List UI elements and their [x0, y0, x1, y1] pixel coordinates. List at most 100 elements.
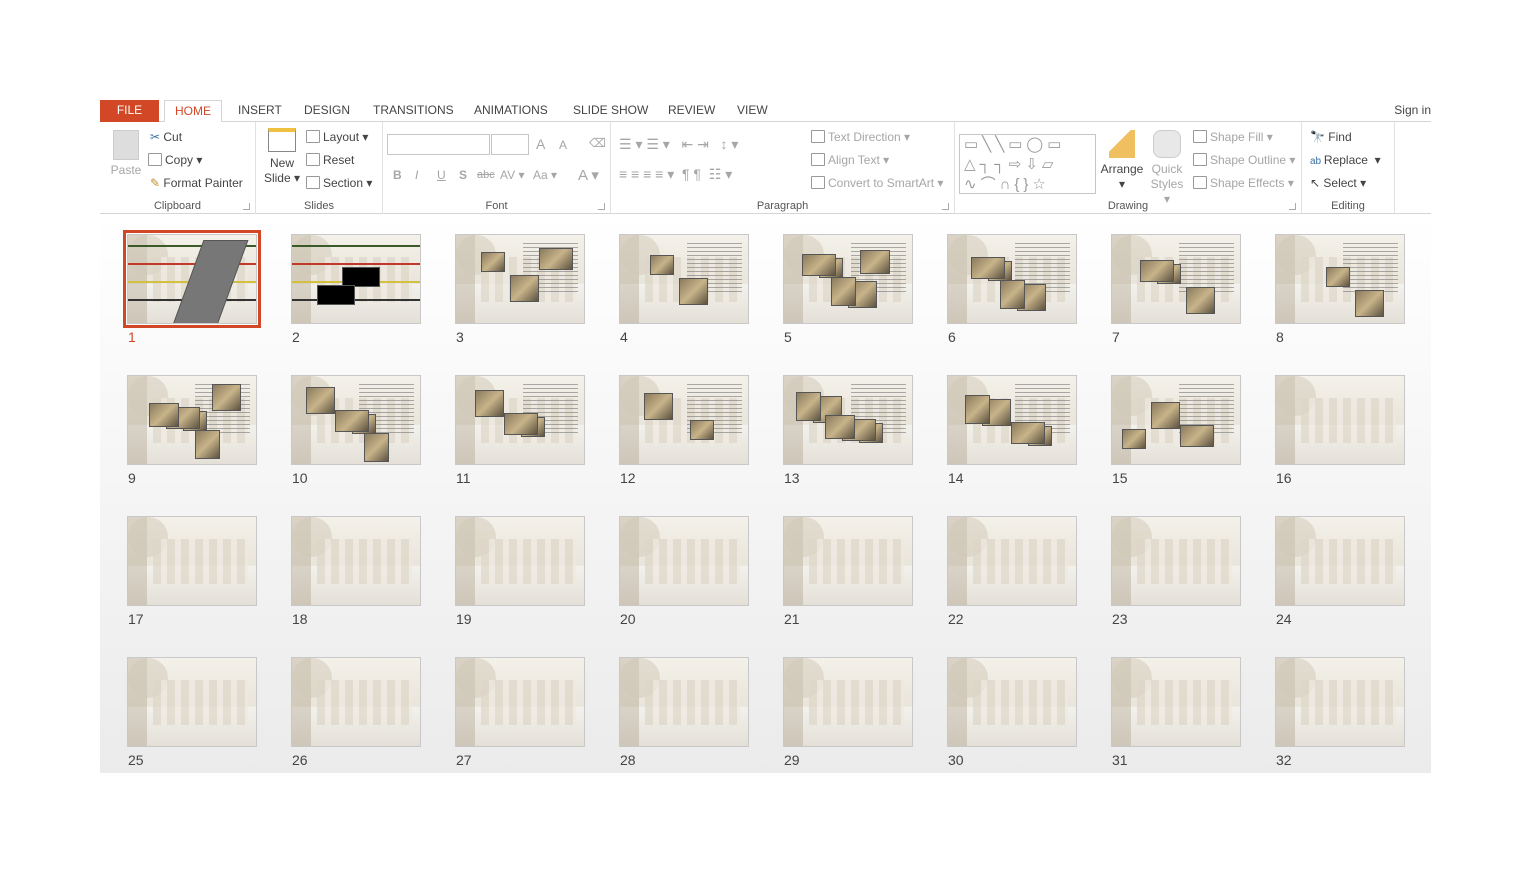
format-painter-button[interactable]: ✎ Format Painter — [150, 176, 243, 190]
text-direction-button[interactable]: Text Direction ▾ — [811, 130, 910, 144]
slide-thumbnail[interactable] — [783, 657, 913, 747]
photo — [149, 403, 179, 427]
slide-thumbnail[interactable] — [619, 657, 749, 747]
slide-thumbnail[interactable] — [1275, 516, 1405, 606]
slide-thumbnail[interactable] — [455, 234, 585, 324]
slide-thumbnail[interactable] — [1111, 375, 1241, 465]
arrange-icon — [1109, 130, 1135, 158]
tab-insert[interactable]: INSERT — [228, 100, 292, 122]
paste-button[interactable]: Paste — [108, 130, 144, 178]
shape-fill-button[interactable]: Shape Fill ▾ — [1193, 130, 1273, 144]
shape-effects-button[interactable]: Shape Effects ▾ — [1193, 176, 1294, 190]
replace-button[interactable]: ab Replace ▾ — [1310, 153, 1381, 167]
convert-smartart-button[interactable]: Convert to SmartArt ▾ — [811, 176, 943, 190]
photo — [1326, 267, 1350, 287]
slide-thumbnail[interactable] — [127, 375, 257, 465]
slide-thumbnail[interactable] — [123, 230, 261, 328]
slide-thumbnail[interactable] — [783, 234, 913, 324]
arrange-button[interactable]: Arrange ▾ — [1100, 130, 1144, 192]
slide-thumbnail[interactable] — [291, 657, 421, 747]
clear-formatting-icon[interactable]: ⌫ — [589, 136, 606, 150]
change-case-button[interactable]: Aa ▾ — [533, 168, 557, 182]
slide-number: 26 — [292, 752, 308, 768]
slide-number: 8 — [1276, 329, 1284, 345]
layout-button[interactable]: Layout ▾ — [306, 130, 368, 144]
clipboard-launcher[interactable] — [243, 203, 250, 210]
tab-review[interactable]: REVIEW — [658, 100, 725, 122]
photo — [510, 275, 539, 302]
slide-thumbnail[interactable] — [783, 516, 913, 606]
slide-thumbnail[interactable] — [291, 375, 421, 465]
slide-thumbnail[interactable] — [455, 657, 585, 747]
copy-button[interactable]: Copy ▾ — [148, 153, 202, 167]
slide-number: 1 — [128, 329, 136, 345]
slide-number: 20 — [620, 611, 636, 627]
character-spacing-button[interactable]: AV ▾ — [500, 168, 524, 182]
tab-file[interactable]: FILE — [100, 100, 159, 122]
align-text-button[interactable]: Align Text ▾ — [811, 153, 889, 167]
slide-thumbnail[interactable] — [127, 657, 257, 747]
slide-thumbnail[interactable] — [455, 375, 585, 465]
photo — [650, 255, 674, 275]
new-slide-button[interactable]: New Slide ▾ — [262, 128, 302, 186]
shape-outline-button[interactable]: Shape Outline ▾ — [1193, 153, 1295, 167]
tab-design[interactable]: DESIGN — [294, 100, 360, 122]
ribbon-tabs: FILE HOME INSERT DESIGN TRANSITIONS ANIM… — [100, 100, 1431, 123]
underline-button[interactable]: U — [437, 168, 446, 182]
drawing-launcher[interactable] — [1289, 203, 1296, 210]
font-name-select[interactable] — [387, 134, 490, 155]
tab-slide-show[interactable]: SLIDE SHOW — [563, 100, 658, 122]
slide-thumbnail[interactable] — [127, 516, 257, 606]
slide-number: 7 — [1112, 329, 1120, 345]
photo — [679, 278, 708, 305]
slide-number: 10 — [292, 470, 308, 486]
slide-thumbnail[interactable] — [783, 375, 913, 465]
shrink-font-button[interactable]: A — [559, 138, 567, 152]
alignment-buttons[interactable]: ≡ ≡ ≡ ≡ ▾ ¶ ¶ ☷ ▾ — [619, 166, 732, 183]
slide-thumbnail[interactable] — [291, 516, 421, 606]
font-size-select[interactable] — [491, 134, 529, 155]
slide-thumbnail[interactable] — [947, 516, 1077, 606]
tab-view[interactable]: VIEW — [727, 100, 778, 122]
bold-button[interactable]: B — [393, 168, 402, 182]
photo — [644, 393, 673, 420]
section-button[interactable]: Section ▾ — [306, 176, 372, 190]
italic-button[interactable]: I — [415, 168, 418, 182]
cut-button[interactable]: ✂ Cut — [150, 130, 182, 144]
tab-transitions[interactable]: TRANSITIONS — [363, 100, 464, 122]
slide-thumbnail[interactable] — [947, 234, 1077, 324]
font-color-button[interactable]: A ▾ — [578, 166, 599, 184]
slide-thumbnail[interactable] — [947, 375, 1077, 465]
tab-home[interactable]: HOME — [164, 100, 222, 123]
shadow-button[interactable]: S — [459, 168, 467, 182]
slide-number: 32 — [1276, 752, 1292, 768]
slide-thumbnail[interactable] — [619, 375, 749, 465]
slide-thumbnail[interactable] — [1111, 657, 1241, 747]
photo — [860, 250, 890, 274]
reset-button[interactable]: Reset — [306, 153, 354, 167]
grow-font-button[interactable]: A — [536, 136, 545, 152]
slide-thumbnail[interactable] — [1275, 657, 1405, 747]
tab-animations[interactable]: ANIMATIONS — [464, 100, 558, 122]
slide-thumbnail[interactable] — [947, 657, 1077, 747]
quick-styles-button[interactable]: Quick Styles ▾ — [1147, 130, 1187, 207]
font-launcher[interactable] — [598, 203, 605, 210]
bullets-button[interactable]: ☰ ▾ ☰ ▾ ⇤ ⇥ ↕ ▾ — [619, 136, 738, 153]
shapes-gallery[interactable]: ▭╲╲▭◯▭ △┐┐⇨⇩▱ ∿⌒∩{}☆ — [959, 134, 1096, 194]
strikethrough-button[interactable]: abc — [477, 169, 495, 181]
paragraph-launcher[interactable] — [942, 203, 949, 210]
sign-in-link[interactable]: Sign in — [1394, 100, 1431, 121]
slide-number: 29 — [784, 752, 800, 768]
title-box — [342, 267, 380, 287]
find-button[interactable]: 🔭 Find — [1310, 130, 1352, 144]
slide-thumbnail[interactable] — [1275, 375, 1405, 465]
select-button[interactable]: ↖ Select ▾ — [1310, 176, 1366, 190]
paragraph-label: Paragraph — [756, 200, 809, 212]
slide-thumbnail[interactable] — [1275, 234, 1405, 324]
slide-thumbnail[interactable] — [291, 234, 421, 324]
slide-thumbnail[interactable] — [455, 516, 585, 606]
slide-thumbnail[interactable] — [619, 234, 749, 324]
slide-thumbnail[interactable] — [1111, 516, 1241, 606]
slide-thumbnail[interactable] — [619, 516, 749, 606]
slide-thumbnail[interactable] — [1111, 234, 1241, 324]
